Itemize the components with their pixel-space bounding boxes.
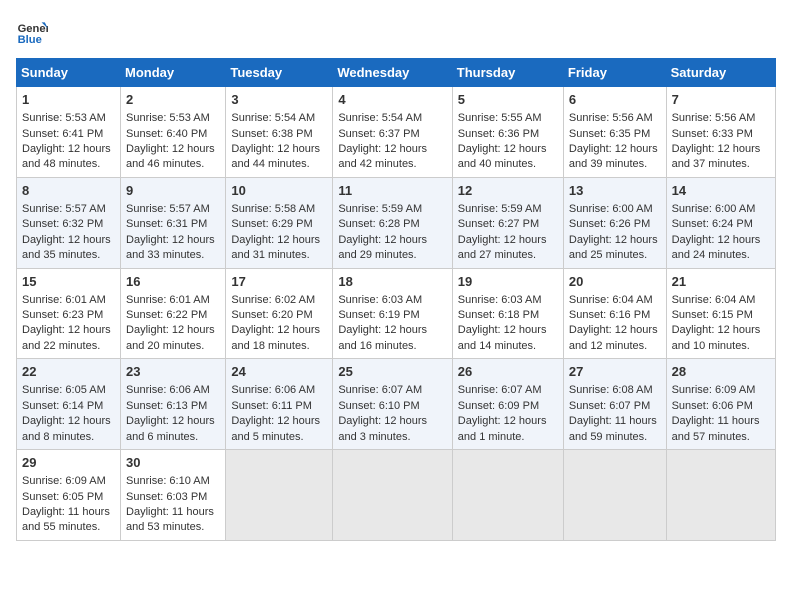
calendar-cell: 4Sunrise: 5:54 AMSunset: 6:37 PMDaylight… [333, 87, 452, 178]
page-header: General Blue [16, 16, 776, 48]
calendar-cell: 12Sunrise: 5:59 AMSunset: 6:27 PMDayligh… [452, 177, 563, 268]
calendar-cell: 14Sunrise: 6:00 AMSunset: 6:24 PMDayligh… [666, 177, 775, 268]
calendar-week-row: 29Sunrise: 6:09 AMSunset: 6:05 PMDayligh… [17, 450, 776, 541]
day-number: 8 [22, 182, 115, 200]
calendar-cell: 19Sunrise: 6:03 AMSunset: 6:18 PMDayligh… [452, 268, 563, 359]
calendar-cell: 24Sunrise: 6:06 AMSunset: 6:11 PMDayligh… [226, 359, 333, 450]
calendar-cell: 11Sunrise: 5:59 AMSunset: 6:28 PMDayligh… [333, 177, 452, 268]
day-number: 15 [22, 273, 115, 291]
day-number: 29 [22, 454, 115, 472]
calendar-cell [333, 450, 452, 541]
calendar-cell: 8Sunrise: 5:57 AMSunset: 6:32 PMDaylight… [17, 177, 121, 268]
day-number: 30 [126, 454, 220, 472]
calendar-cell [666, 450, 775, 541]
calendar-cell [563, 450, 666, 541]
calendar-cell: 16Sunrise: 6:01 AMSunset: 6:22 PMDayligh… [121, 268, 226, 359]
day-number: 6 [569, 91, 661, 109]
day-number: 22 [22, 363, 115, 381]
day-number: 11 [338, 182, 446, 200]
calendar-cell: 27Sunrise: 6:08 AMSunset: 6:07 PMDayligh… [563, 359, 666, 450]
calendar-cell: 30Sunrise: 6:10 AMSunset: 6:03 PMDayligh… [121, 450, 226, 541]
svg-text:Blue: Blue [18, 34, 42, 46]
calendar-week-row: 8Sunrise: 5:57 AMSunset: 6:32 PMDaylight… [17, 177, 776, 268]
calendar-week-row: 22Sunrise: 6:05 AMSunset: 6:14 PMDayligh… [17, 359, 776, 450]
day-number: 20 [569, 273, 661, 291]
day-number: 4 [338, 91, 446, 109]
calendar-cell: 5Sunrise: 5:55 AMSunset: 6:36 PMDaylight… [452, 87, 563, 178]
day-number: 10 [231, 182, 327, 200]
weekday-header: Thursday [452, 59, 563, 87]
weekday-header: Saturday [666, 59, 775, 87]
day-number: 3 [231, 91, 327, 109]
day-number: 24 [231, 363, 327, 381]
weekday-header: Sunday [17, 59, 121, 87]
calendar-cell: 6Sunrise: 5:56 AMSunset: 6:35 PMDaylight… [563, 87, 666, 178]
calendar-cell [452, 450, 563, 541]
calendar-cell: 13Sunrise: 6:00 AMSunset: 6:26 PMDayligh… [563, 177, 666, 268]
calendar-cell: 2Sunrise: 5:53 AMSunset: 6:40 PMDaylight… [121, 87, 226, 178]
day-number: 21 [672, 273, 770, 291]
calendar-body: 1Sunrise: 5:53 AMSunset: 6:41 PMDaylight… [17, 87, 776, 541]
calendar-cell: 10Sunrise: 5:58 AMSunset: 6:29 PMDayligh… [226, 177, 333, 268]
calendar-cell: 18Sunrise: 6:03 AMSunset: 6:19 PMDayligh… [333, 268, 452, 359]
day-number: 25 [338, 363, 446, 381]
calendar-cell: 20Sunrise: 6:04 AMSunset: 6:16 PMDayligh… [563, 268, 666, 359]
weekday-header: Monday [121, 59, 226, 87]
calendar-week-row: 1Sunrise: 5:53 AMSunset: 6:41 PMDaylight… [17, 87, 776, 178]
calendar-cell: 15Sunrise: 6:01 AMSunset: 6:23 PMDayligh… [17, 268, 121, 359]
day-number: 28 [672, 363, 770, 381]
day-number: 23 [126, 363, 220, 381]
calendar-table: SundayMondayTuesdayWednesdayThursdayFrid… [16, 58, 776, 541]
calendar-cell: 1Sunrise: 5:53 AMSunset: 6:41 PMDaylight… [17, 87, 121, 178]
calendar-cell: 22Sunrise: 6:05 AMSunset: 6:14 PMDayligh… [17, 359, 121, 450]
day-number: 2 [126, 91, 220, 109]
calendar-cell: 26Sunrise: 6:07 AMSunset: 6:09 PMDayligh… [452, 359, 563, 450]
calendar-cell: 21Sunrise: 6:04 AMSunset: 6:15 PMDayligh… [666, 268, 775, 359]
svg-text:General: General [18, 23, 48, 35]
logo: General Blue [16, 16, 52, 48]
calendar-cell: 3Sunrise: 5:54 AMSunset: 6:38 PMDaylight… [226, 87, 333, 178]
calendar-cell: 23Sunrise: 6:06 AMSunset: 6:13 PMDayligh… [121, 359, 226, 450]
day-number: 14 [672, 182, 770, 200]
calendar-cell [226, 450, 333, 541]
calendar-cell: 28Sunrise: 6:09 AMSunset: 6:06 PMDayligh… [666, 359, 775, 450]
calendar-cell: 7Sunrise: 5:56 AMSunset: 6:33 PMDaylight… [666, 87, 775, 178]
day-number: 26 [458, 363, 558, 381]
weekday-header: Wednesday [333, 59, 452, 87]
calendar-cell: 25Sunrise: 6:07 AMSunset: 6:10 PMDayligh… [333, 359, 452, 450]
day-number: 1 [22, 91, 115, 109]
weekday-header: Tuesday [226, 59, 333, 87]
day-number: 27 [569, 363, 661, 381]
day-number: 17 [231, 273, 327, 291]
weekday-header: Friday [563, 59, 666, 87]
calendar-cell: 17Sunrise: 6:02 AMSunset: 6:20 PMDayligh… [226, 268, 333, 359]
calendar-header-row: SundayMondayTuesdayWednesdayThursdayFrid… [17, 59, 776, 87]
day-number: 13 [569, 182, 661, 200]
logo-icon: General Blue [16, 16, 48, 48]
day-number: 18 [338, 273, 446, 291]
day-number: 12 [458, 182, 558, 200]
day-number: 5 [458, 91, 558, 109]
day-number: 16 [126, 273, 220, 291]
calendar-cell: 9Sunrise: 5:57 AMSunset: 6:31 PMDaylight… [121, 177, 226, 268]
day-number: 7 [672, 91, 770, 109]
calendar-week-row: 15Sunrise: 6:01 AMSunset: 6:23 PMDayligh… [17, 268, 776, 359]
calendar-cell: 29Sunrise: 6:09 AMSunset: 6:05 PMDayligh… [17, 450, 121, 541]
day-number: 9 [126, 182, 220, 200]
day-number: 19 [458, 273, 558, 291]
